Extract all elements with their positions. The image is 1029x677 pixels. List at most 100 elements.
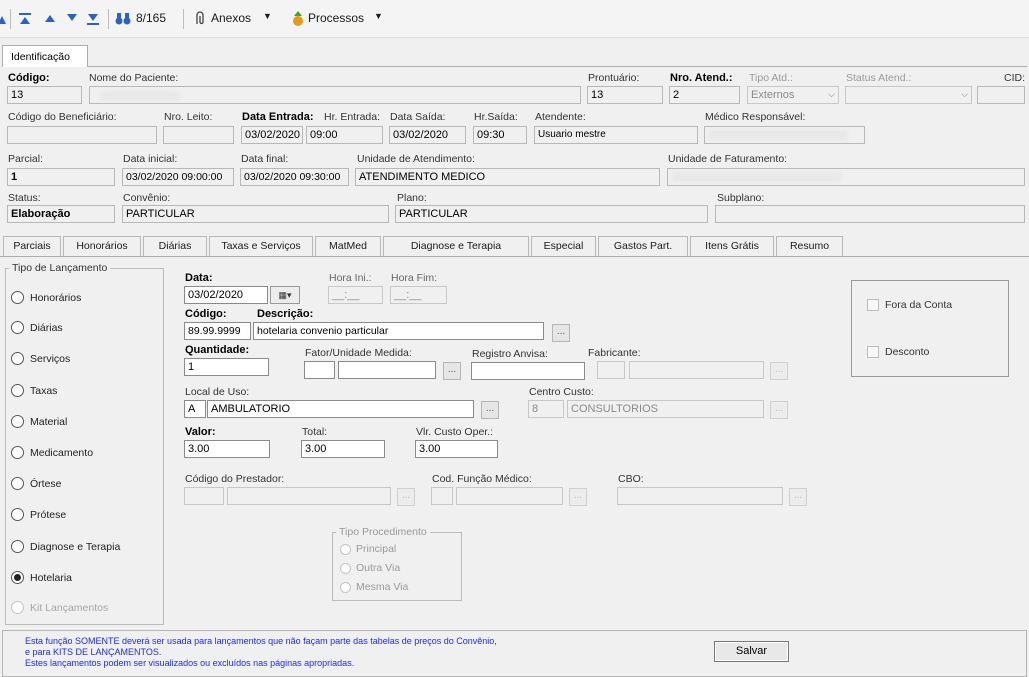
redacted-doctor [708,130,848,140]
local-uso-lookup-button[interactable]: ... [481,401,499,419]
move-to-top-icon[interactable] [18,12,32,26]
radio-ortese[interactable]: Órtese [11,477,62,490]
local-uso-field[interactable]: AMBULATORIO [207,400,474,418]
radio-kit-lancamentos[interactable]: Kit Lançamentos [11,601,108,614]
radio-material[interactable]: Material [11,415,67,428]
desconto-checkbox[interactable]: Desconto [867,346,929,358]
tab-gastos-part[interactable]: Gastos Part. [598,236,688,256]
calendar-icon: ▦▾ [278,290,292,300]
radio-taxas[interactable]: Taxas [11,384,57,397]
fabricante-name-field[interactable] [629,361,764,379]
prestador-code-field[interactable] [184,487,224,505]
nro-leito-field[interactable] [163,126,234,144]
cod-funcao-lookup-button[interactable]: ... [569,488,587,506]
registro-anvisa-label: Registro Anvisa: [472,348,548,360]
cid-field[interactable] [977,86,1025,104]
tab-resumo[interactable]: Resumo [776,236,843,256]
descricao-field[interactable]: hotelaria convenio particular [253,322,544,340]
descricao-lookup-button[interactable]: ... [552,324,570,342]
radio-outra-via[interactable]: Outra Via [340,562,400,574]
data-final-field[interactable]: 03/02/2020 09:30:00 [240,168,349,186]
centro-custo-lookup-button[interactable]: ... [770,401,788,419]
tab-diagnose-e-terapia[interactable]: Diagnose e Terapia [383,236,529,256]
tab-taxas-e-servicos[interactable]: Taxas e Serviços [209,236,313,256]
cod-funcao-code-field[interactable] [431,487,453,505]
tab-especial[interactable]: Especial [531,236,596,256]
fora-da-conta-checkbox[interactable]: Fora da Conta [867,299,952,311]
plano-field[interactable]: PARTICULAR [395,205,708,223]
unidade-medida-field[interactable] [338,361,436,379]
local-uso-code-field[interactable]: A [184,400,206,418]
radio-honorarios[interactable]: Honorários [11,291,81,304]
data-saida-field[interactable]: 03/02/2020 [389,126,466,144]
total-label: Total: [302,426,328,438]
cbo-field[interactable] [617,487,783,505]
data-field[interactable]: 03/02/2020 [184,286,268,304]
move-to-bottom-icon[interactable] [86,12,100,26]
total-field[interactable]: 3.00 [301,440,385,458]
radio-mesma-via[interactable]: Mesma Via [340,581,408,593]
save-button[interactable]: Salvar [714,641,789,662]
atendente-field[interactable]: Usuario mestre [534,126,698,144]
radio-principal[interactable]: Principal [340,543,396,555]
fator-field[interactable] [304,361,335,379]
registro-anvisa-field[interactable] [471,362,585,380]
hora-ini-label: Hora Ini.: [329,272,372,284]
parcial-field[interactable]: 1 [7,168,115,186]
radio-diagnose-e-terapia[interactable]: Diagnose e Terapia [11,540,120,553]
hora-ini-field[interactable]: __:__ [328,286,383,304]
hora-fim-field[interactable]: __:__ [390,286,447,304]
prontuario-field[interactable]: 13 [587,86,663,104]
nro-atend-label: Nro. Atend.: [670,72,733,84]
nro-atend-field[interactable]: 2 [669,86,740,104]
cbo-lookup-button[interactable]: ... [789,488,807,506]
move-down-icon[interactable] [66,13,78,23]
tab-itens-gratis[interactable]: Itens Grátis [690,236,774,256]
quantidade-field[interactable]: 1 [184,358,269,376]
tab-parciais[interactable]: Parciais [3,236,61,256]
fabricante-lookup-button[interactable]: ... [770,362,788,380]
codigo-field[interactable]: 13 [7,86,82,104]
fabricante-code-field[interactable] [597,361,625,379]
custo-oper-field[interactable]: 3.00 [415,440,498,458]
data-entrada-field[interactable]: 03/02/2020 [241,126,303,144]
atendente-label: Atendente: [535,111,586,123]
descricao-label: Descrição: [257,308,314,320]
processes-button[interactable]: Processos ▼ [290,8,386,30]
unidade-lookup-button[interactable]: ... [443,362,461,380]
tipo-procedimento-title: Tipo Procedimento [336,526,430,538]
prestador-name-field[interactable] [227,487,391,505]
tab-honorarios[interactable]: Honorários [63,236,141,256]
tab-matmed[interactable]: MatMed [315,236,381,256]
subplano-field[interactable] [715,205,1025,223]
tipo-atd-select[interactable]: Externos ⌵ [747,86,839,104]
radio-hotelaria[interactable]: Hotelaria [11,571,72,584]
radio-diarias[interactable]: Diárias [11,321,63,334]
calendar-dropdown-button[interactable]: ▦▾ [270,286,300,304]
hr-saida-field[interactable]: 09:30 [473,126,527,144]
hr-entrada-field[interactable]: 09:00 [306,126,383,144]
status-atend-select[interactable]: ⌵ [845,86,972,104]
fabricante-label: Fabricante: [588,347,641,359]
prestador-lookup-button[interactable]: ... [397,488,415,506]
convenio-field[interactable]: PARTICULAR [122,205,389,223]
radio-servicos[interactable]: Serviços [11,352,70,365]
binoculars-icon[interactable] [115,11,131,26]
centro-custo-code-field[interactable]: 8 [528,400,564,418]
prestador-label: Código do Prestador: [185,473,285,485]
tab-diarias[interactable]: Diárias [143,236,207,256]
attachments-button[interactable]: Anexos ▼ [193,8,283,30]
cod-beneficiario-field[interactable] [7,126,157,144]
valor-field[interactable]: 3.00 [184,440,270,458]
data-inicial-field[interactable]: 03/02/2020 09:00:00 [122,168,234,186]
unidade-atendimento-field[interactable]: ATENDIMENTO MEDICO [355,168,660,186]
move-up-icon[interactable] [44,13,56,23]
status-field[interactable]: Elaboração [7,205,115,223]
radio-protese[interactable]: Prótese [11,508,66,521]
radio-medicamento[interactable]: Medicamento [11,446,93,459]
cod-funcao-name-field[interactable] [456,487,563,505]
centro-custo-field[interactable]: CONSULTORIOS [567,400,764,418]
codigo-item-field[interactable]: 89.99.9999 [184,322,251,340]
tab-identificacao[interactable]: Identificação [2,45,88,67]
nav-first-icon[interactable] [0,12,8,26]
